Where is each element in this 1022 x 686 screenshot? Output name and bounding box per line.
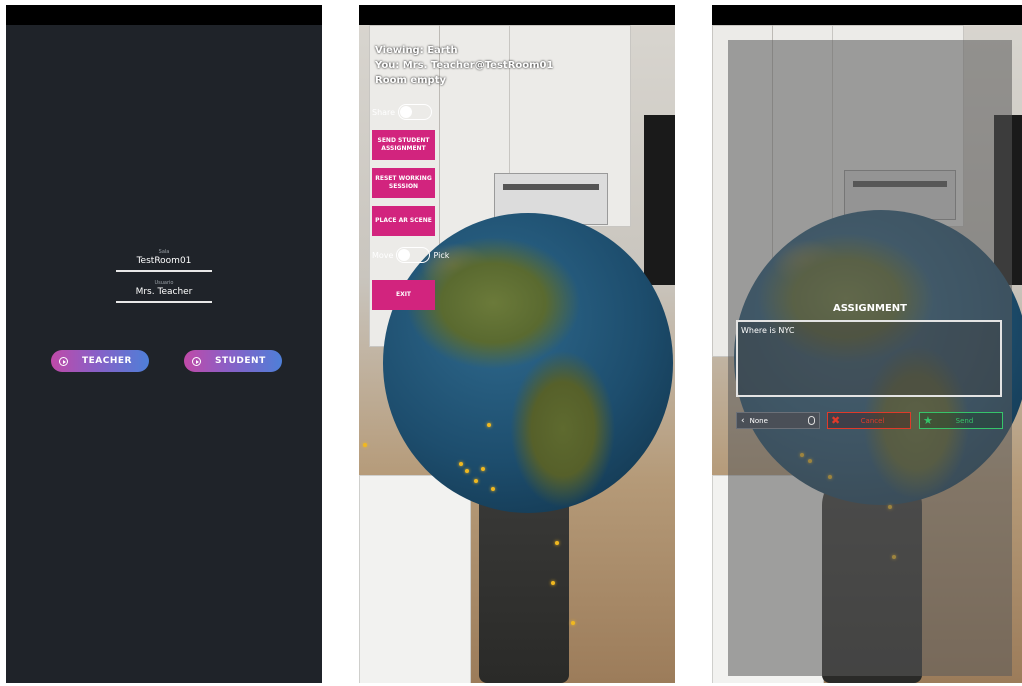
place-ar-scene-button[interactable]: PLACE AR SCENE [372, 206, 435, 236]
send-label: Send [955, 416, 974, 425]
close-icon: ✖ [831, 414, 841, 427]
exit-button[interactable]: EXIT [372, 280, 435, 310]
teacher-button[interactable]: TEACHER [51, 350, 149, 372]
move-pick-toggle[interactable] [396, 247, 431, 263]
marker-dot [571, 621, 575, 625]
desk [359, 475, 471, 683]
marker-dot [481, 467, 485, 471]
marker-dot [551, 581, 555, 585]
dark-coat [644, 115, 675, 285]
chevron-left-icon: ‹ [741, 415, 745, 426]
ar-view-screen: Viewing: Earth You: Mrs. Teacher@TestRoo… [359, 5, 675, 683]
play-icon [192, 356, 201, 366]
assignment-title: ASSIGNMENT [833, 303, 907, 314]
user-field[interactable]: Usuario Mrs. Teacher [116, 280, 212, 303]
reset-session-button[interactable]: RESET WORKING SESSION [372, 168, 435, 198]
marker-dot [363, 443, 367, 447]
move-label: Move [372, 250, 394, 260]
cancel-button[interactable]: ✖ Cancel [827, 412, 911, 429]
room-value[interactable]: TestRoom01 [116, 256, 212, 267]
student-select-value: None [749, 416, 768, 425]
session-info: Viewing: Earth You: Mrs. Teacher@TestRoo… [375, 43, 553, 88]
status-bar [359, 5, 675, 25]
student-select[interactable]: ‹ None [736, 412, 820, 429]
login-screen: Sala TestRoom01 Usuario Mrs. Teacher TEA… [6, 5, 322, 683]
send-button[interactable]: ★ Send [919, 412, 1003, 429]
room-label: Sala [158, 249, 170, 255]
student-button[interactable]: STUDENT [184, 350, 282, 372]
marker-dot [474, 479, 478, 483]
assignment-textarea[interactable]: Where is NYC [736, 320, 1002, 397]
user-text: You: Mrs. Teacher@TestRoom01 [375, 60, 554, 71]
room-field[interactable]: Sala TestRoom01 [116, 249, 212, 272]
teacher-button-label: TEACHER [82, 356, 132, 366]
share-label: Share [372, 107, 396, 117]
user-underline [116, 301, 212, 303]
send-assignment-button[interactable]: SEND STUDENT ASSIGNMENT [372, 130, 435, 160]
user-label: Usuario [154, 280, 174, 286]
marker-dot [459, 462, 463, 466]
star-icon: ★ [923, 414, 933, 427]
share-toggle[interactable] [398, 104, 433, 120]
share-toggle-row: Share [372, 104, 435, 120]
marker-dot [555, 541, 559, 545]
move-pick-toggle-row: Move Pick [372, 247, 449, 263]
marker-dot [487, 423, 491, 427]
updown-icon [808, 416, 815, 425]
play-icon [59, 356, 68, 366]
viewing-text: Viewing: Earth [375, 45, 458, 56]
room-underline [116, 270, 212, 272]
assignment-screen: ASSIGNMENT Where is NYC ‹ None ✖ Cancel … [712, 5, 1022, 683]
status-bar [6, 5, 322, 25]
marker-dot [465, 469, 469, 473]
cancel-label: Cancel [860, 416, 885, 425]
student-button-label: STUDENT [215, 356, 266, 366]
user-value[interactable]: Mrs. Teacher [116, 287, 212, 298]
room-status-text: Room empty [375, 75, 447, 86]
pick-label: Pick [433, 250, 450, 260]
status-bar [712, 5, 1022, 25]
marker-dot [491, 487, 495, 491]
